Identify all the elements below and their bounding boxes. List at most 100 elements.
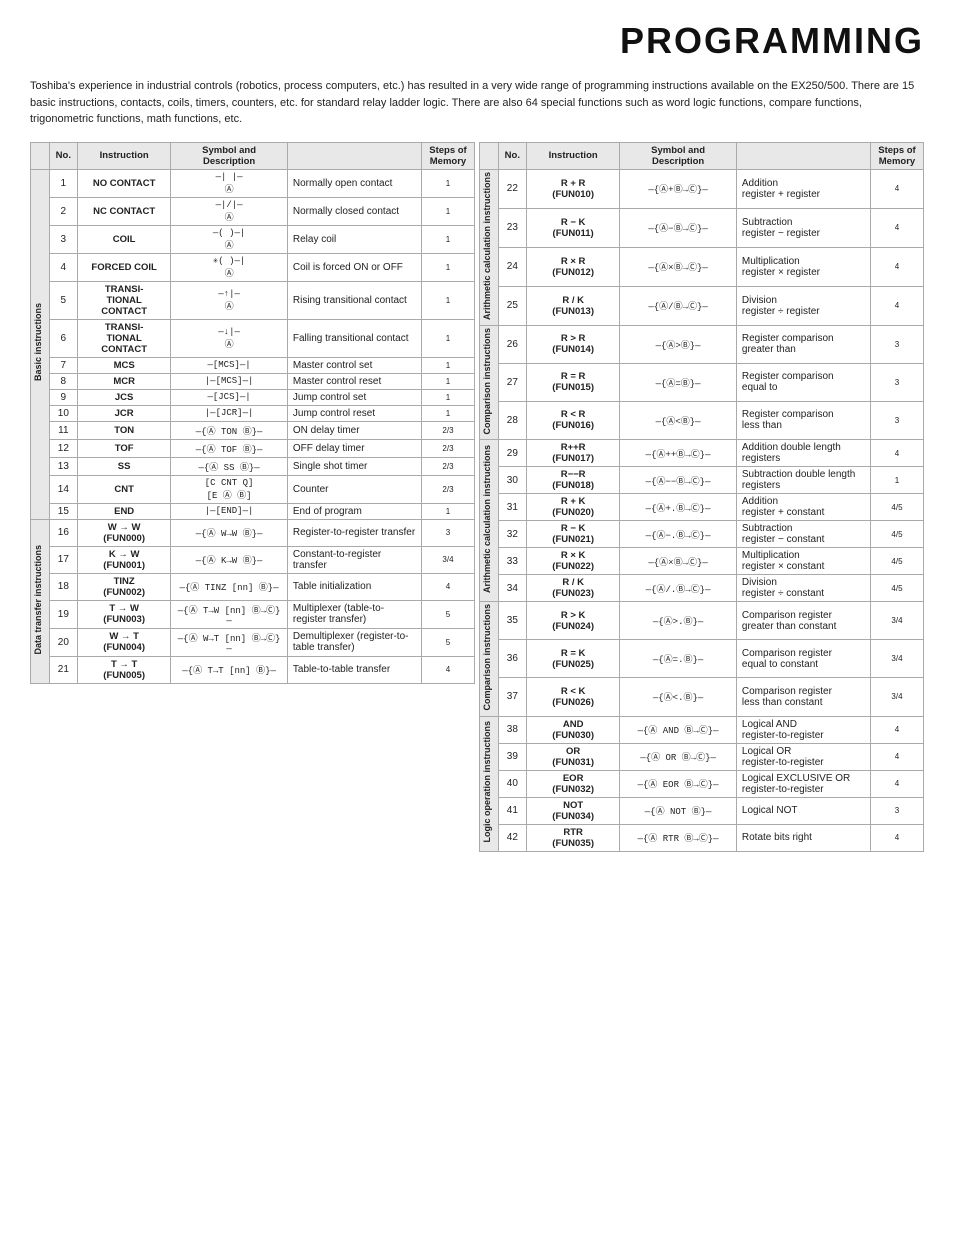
description: Comparison register equal to constant bbox=[736, 640, 870, 678]
table-row: 24R × R (FUN012)—{Ⓐ×Ⓑ→Ⓒ}—Multiplication … bbox=[480, 247, 924, 286]
table-row: 27R = R (FUN015)—{Ⓐ=Ⓑ}—Register comparis… bbox=[480, 363, 924, 401]
symbol: —{Ⓐ−−Ⓑ→Ⓒ}— bbox=[620, 467, 737, 494]
symbol: —{Ⓐ−.Ⓑ→Ⓒ}— bbox=[620, 521, 737, 548]
instruction-name: TINZ (FUN002) bbox=[78, 573, 171, 600]
steps: 3/4 bbox=[870, 602, 923, 640]
symbol: —{Ⓐ NOT Ⓑ}— bbox=[620, 797, 737, 824]
steps: 4 bbox=[870, 247, 923, 286]
row-number: 35 bbox=[498, 602, 526, 640]
table-row: 41NOT (FUN034)—{Ⓐ NOT Ⓑ}—Logical NOT3 bbox=[480, 797, 924, 824]
table-row: 32R − K (FUN021)—{Ⓐ−.Ⓑ→Ⓒ}—Subtraction re… bbox=[480, 521, 924, 548]
description: Register-to-register transfer bbox=[287, 519, 421, 546]
symbol: —{Ⓐ×Ⓑ→Ⓒ}— bbox=[620, 247, 737, 286]
steps: 4/5 bbox=[870, 494, 923, 521]
steps: 4 bbox=[421, 656, 474, 683]
left-sym-header: Symbol and Description bbox=[171, 142, 288, 169]
row-number: 10 bbox=[49, 405, 77, 421]
description: Addition register + constant bbox=[736, 494, 870, 521]
row-number: 2 bbox=[49, 197, 77, 225]
right-sym-header: Symbol and Description bbox=[620, 142, 737, 169]
row-number: 3 bbox=[49, 225, 77, 253]
left-no-header: No. bbox=[49, 142, 77, 169]
symbol: [C CNT Q] [E Ⓐ Ⓑ] bbox=[171, 475, 288, 503]
symbol: —{Ⓐ=Ⓑ}— bbox=[620, 363, 737, 401]
description: Falling transitional contact bbox=[287, 319, 421, 357]
steps: 4 bbox=[870, 440, 923, 467]
table-row: 25R / K (FUN013)—{Ⓐ/Ⓑ→Ⓒ}—Division regist… bbox=[480, 286, 924, 325]
table-row: 42RTR (FUN035)—{Ⓐ RTR Ⓑ→Ⓒ}—Rotate bits r… bbox=[480, 824, 924, 851]
row-number: 21 bbox=[49, 656, 77, 683]
description: Register comparison less than bbox=[736, 401, 870, 439]
instruction-name: R−−R (FUN018) bbox=[527, 467, 620, 494]
row-number: 15 bbox=[49, 503, 77, 519]
symbol: —{Ⓐ/.Ⓑ→Ⓒ}— bbox=[620, 575, 737, 602]
steps: 1 bbox=[421, 373, 474, 389]
row-number: 32 bbox=[498, 521, 526, 548]
description: Constant-to-register transfer bbox=[287, 546, 421, 573]
row-number: 41 bbox=[498, 797, 526, 824]
row-number: 13 bbox=[49, 457, 77, 475]
table-row: 39OR (FUN031)—{Ⓐ OR Ⓑ→Ⓒ}—Logical OR regi… bbox=[480, 743, 924, 770]
steps: 4/5 bbox=[870, 548, 923, 575]
instruction-name: R / K (FUN013) bbox=[527, 286, 620, 325]
instruction-name: MCR bbox=[78, 373, 171, 389]
instruction-name: R + K (FUN020) bbox=[527, 494, 620, 521]
row-number: 8 bbox=[49, 373, 77, 389]
description: Single shot timer bbox=[287, 457, 421, 475]
steps: 2/3 bbox=[421, 457, 474, 475]
symbol: —( )—| Ⓐ bbox=[171, 225, 288, 253]
category-label: Comparison instructions bbox=[480, 325, 499, 440]
instruction-name: CNT bbox=[78, 475, 171, 503]
table-row: 8MCR|—[MCS]—|Master control reset1 bbox=[31, 373, 475, 389]
instruction-name: R = R (FUN015) bbox=[527, 363, 620, 401]
description: Relay coil bbox=[287, 225, 421, 253]
description: Comparison register less than constant bbox=[736, 678, 870, 716]
symbol: —{Ⓐ TINZ [nn] Ⓑ}— bbox=[171, 573, 288, 600]
instruction-name: W → T (FUN004) bbox=[78, 628, 171, 656]
instruction-name: R − K (FUN011) bbox=[527, 208, 620, 247]
description: Logical AND register-to-register bbox=[736, 716, 870, 743]
category-label: Arithmetic calculation instructions bbox=[480, 440, 499, 602]
steps: 4 bbox=[870, 286, 923, 325]
row-number: 36 bbox=[498, 640, 526, 678]
description: ON delay timer bbox=[287, 421, 421, 439]
row-number: 38 bbox=[498, 716, 526, 743]
symbol: —{Ⓐ<Ⓑ}— bbox=[620, 401, 737, 439]
table-row: 3COIL—( )—| ⒶRelay coil1 bbox=[31, 225, 475, 253]
instruction-name: K → W (FUN001) bbox=[78, 546, 171, 573]
description: Subtraction double length registers bbox=[736, 467, 870, 494]
right-steps-header: Steps of Memory bbox=[870, 142, 923, 169]
row-number: 5 bbox=[49, 281, 77, 319]
table-row: 6TRANSI- TIONAL CONTACT—↓|— ⒶFalling tra… bbox=[31, 319, 475, 357]
row-number: 27 bbox=[498, 363, 526, 401]
steps: 1 bbox=[421, 225, 474, 253]
instruction-name: NOT (FUN034) bbox=[527, 797, 620, 824]
steps: 1 bbox=[421, 197, 474, 225]
table-row: 12TOF—{Ⓐ TOF Ⓑ}—OFF delay timer2/3 bbox=[31, 439, 475, 457]
symbol: —{Ⓐ>.Ⓑ}— bbox=[620, 602, 737, 640]
steps: 1 bbox=[421, 357, 474, 373]
table-row: Basic instructions1NO CONTACT—| |— ⒶNorm… bbox=[31, 169, 475, 197]
instruction-name: R = K (FUN025) bbox=[527, 640, 620, 678]
instruction-name: R × K (FUN022) bbox=[527, 548, 620, 575]
steps: 4/5 bbox=[870, 521, 923, 548]
row-number: 22 bbox=[498, 169, 526, 208]
instruction-name: MCS bbox=[78, 357, 171, 373]
left-cat-header bbox=[31, 142, 50, 169]
symbol: —{Ⓐ×Ⓑ→Ⓒ}— bbox=[620, 548, 737, 575]
row-number: 25 bbox=[498, 286, 526, 325]
description: Rotate bits right bbox=[736, 824, 870, 851]
symbol: —{Ⓐ+Ⓑ→Ⓒ}— bbox=[620, 169, 737, 208]
instruction-name: T → T (FUN005) bbox=[78, 656, 171, 683]
symbol: —{Ⓐ<.Ⓑ}— bbox=[620, 678, 737, 716]
table-row: 30R−−R (FUN018)—{Ⓐ−−Ⓑ→Ⓒ}—Subtraction dou… bbox=[480, 467, 924, 494]
instruction-name: JCS bbox=[78, 389, 171, 405]
table-row: 31R + K (FUN020)—{Ⓐ+.Ⓑ→Ⓒ}—Addition regis… bbox=[480, 494, 924, 521]
description: Logical NOT bbox=[736, 797, 870, 824]
symbol: —{Ⓐ OR Ⓑ→Ⓒ}— bbox=[620, 743, 737, 770]
description: Rising transitional contact bbox=[287, 281, 421, 319]
symbol: —{Ⓐ W→T [nn] Ⓑ→Ⓒ}— bbox=[171, 628, 288, 656]
table-row: 34R / K (FUN023)—{Ⓐ/.Ⓑ→Ⓒ}—Division regis… bbox=[480, 575, 924, 602]
category-label: Arithmetic calculation instructions bbox=[480, 169, 499, 325]
instruction-name: OR (FUN031) bbox=[527, 743, 620, 770]
